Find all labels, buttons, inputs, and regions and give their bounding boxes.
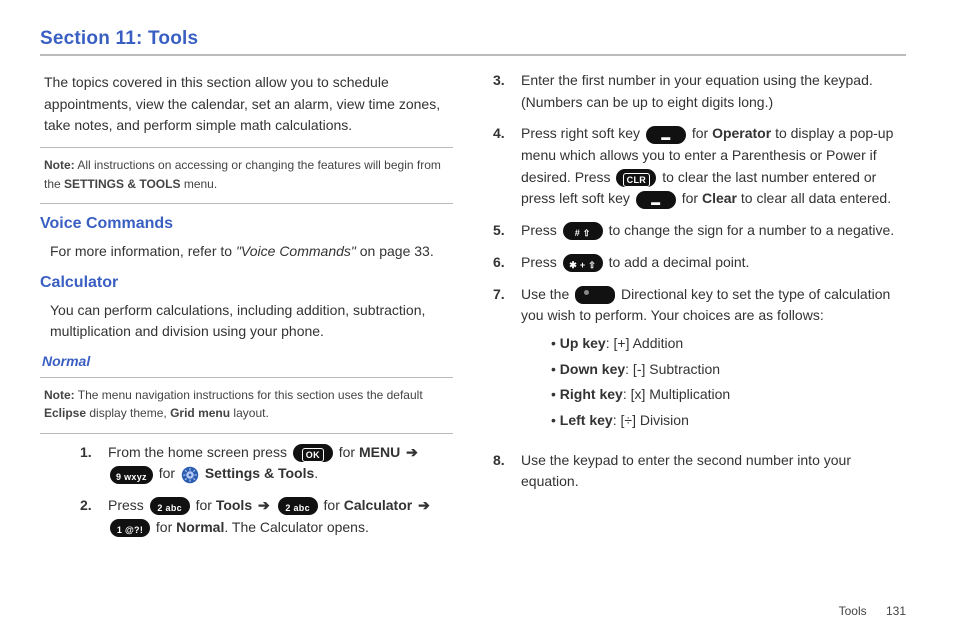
step-3: 3. Enter the first number in your equati… — [493, 70, 906, 113]
voice-commands-paragraph: For more information, refer to "Voice Co… — [50, 241, 449, 263]
left-soft-key-icon: ▬ — [636, 191, 676, 209]
voice-commands-ref: "Voice Commands" — [236, 243, 356, 259]
right-soft-key-icon: ▬ — [646, 126, 686, 144]
note-navigation: Note: The menu navigation instructions f… — [44, 386, 449, 423]
nine-key-icon: 9 wxyz — [110, 466, 153, 484]
step-text: Press ✱ + ⇧ to add a decimal point. — [521, 252, 906, 274]
note-settings-tools: Note: All instructions on accessing or c… — [44, 156, 449, 193]
divider — [40, 203, 453, 204]
step-number: 3. — [493, 70, 521, 92]
step-8: 8. Use the keypad to enter the second nu… — [493, 450, 906, 493]
divider — [40, 147, 453, 148]
clr-key-icon: CLR — [616, 169, 656, 187]
note-label: Note: — [44, 158, 75, 172]
step-text: From the home screen press OK for MENU ➔… — [108, 442, 453, 485]
intro-paragraph: The topics covered in this section allow… — [44, 72, 449, 137]
bullet-left: • Left key: [÷] Division — [551, 410, 906, 432]
right-steps: 3. Enter the first number in your equati… — [493, 70, 906, 493]
heading-voice-commands: Voice Commands — [40, 212, 453, 237]
step-text: Use the Directional key to set the type … — [521, 284, 906, 440]
arrow-icon: ➔ — [258, 497, 270, 513]
left-column: The topics covered in this section allow… — [40, 64, 453, 549]
two-key-icon: 2 abc — [278, 497, 318, 515]
divider — [40, 377, 453, 378]
step-5: 5. Press # ⇧ to change the sign for a nu… — [493, 220, 906, 242]
step-number: 2. — [80, 495, 108, 517]
step-number: 8. — [493, 450, 521, 472]
step-text: Press 2 abc for Tools ➔ 2 abc for Calcul… — [108, 495, 453, 538]
step-number: 6. — [493, 252, 521, 274]
divider — [40, 433, 453, 434]
step-4: 4. Press right soft key ▬ for Operator t… — [493, 123, 906, 210]
directional-key-icon — [575, 286, 615, 304]
footer-section-label: Tools — [839, 604, 867, 618]
arrow-icon: ➔ — [406, 444, 418, 460]
content-columns: The topics covered in this section allow… — [40, 64, 906, 549]
two-key-icon: 2 abc — [150, 497, 190, 515]
hash-key-icon: # ⇧ — [563, 222, 603, 240]
step-text: Press # ⇧ to change the sign for a numbe… — [521, 220, 906, 242]
left-steps: 1. From the home screen press OK for MEN… — [40, 442, 453, 539]
note-label: Note: — [44, 388, 75, 402]
title-bar: Section 11: Tools — [40, 28, 906, 56]
step-7: 7. Use the Directional key to set the ty… — [493, 284, 906, 440]
footer-page-number: 131 — [886, 604, 906, 618]
step-number: 1. — [80, 442, 108, 464]
one-key-icon: 1 @?! — [110, 519, 150, 537]
right-column: 3. Enter the first number in your equati… — [493, 64, 906, 549]
step-text: Press right soft key ▬ for Operator to d… — [521, 123, 906, 210]
calculator-paragraph: You can perform calculations, including … — [50, 300, 449, 343]
heading-calculator: Calculator — [40, 271, 453, 296]
bullet-up: • Up key: [+] Addition — [551, 333, 906, 355]
page-footer: Tools 131 — [839, 604, 906, 618]
gear-icon — [181, 466, 199, 484]
ok-key-icon: OK — [293, 444, 333, 462]
direction-bullets: • Up key: [+] Addition • Down key: [-] S… — [551, 333, 906, 432]
bullet-down: • Down key: [-] Subtraction — [551, 359, 906, 381]
section-title: Section 11: Tools — [40, 28, 198, 49]
step-1: 1. From the home screen press OK for MEN… — [40, 442, 453, 485]
step-number: 4. — [493, 123, 521, 145]
bullet-right: • Right key: [x] Multiplication — [551, 384, 906, 406]
star-key-icon: ✱ + ⇧ — [563, 254, 603, 272]
step-number: 5. — [493, 220, 521, 242]
step-text: Use the keypad to enter the second numbe… — [521, 450, 906, 493]
step-text: Enter the first number in your equation … — [521, 70, 906, 113]
arrow-icon: ➔ — [418, 497, 430, 513]
step-number: 7. — [493, 284, 521, 306]
subheading-normal: Normal — [42, 351, 453, 373]
step-6: 6. Press ✱ + ⇧ to add a decimal point. — [493, 252, 906, 274]
step-2: 2. Press 2 abc for Tools ➔ 2 abc for Cal… — [40, 495, 453, 538]
